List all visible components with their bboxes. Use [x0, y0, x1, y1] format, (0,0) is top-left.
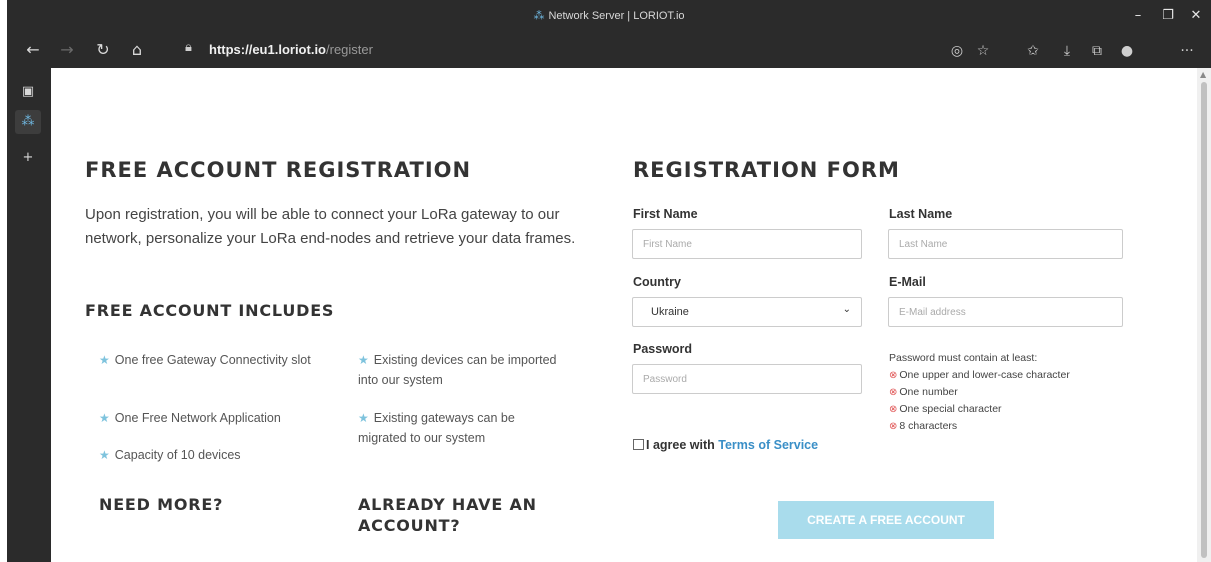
scroll-up-icon[interactable]: ▲	[1200, 70, 1206, 79]
last-name-input[interactable]	[888, 229, 1123, 259]
feature-item: ★ Capacity of 10 devices	[99, 448, 241, 462]
password-input[interactable]	[632, 364, 862, 394]
star-icon: ★	[99, 448, 110, 462]
page-content: FREE ACCOUNT REGISTRATION Upon registrat…	[51, 68, 1197, 562]
last-name-label: Last Name	[889, 207, 953, 221]
terms-agreement: I agree with Terms of Service	[633, 438, 818, 452]
home-icon[interactable]: ⌂	[125, 38, 149, 62]
window-title-text: Network Server | LORIOT.io	[548, 10, 685, 22]
star-icon: ★	[358, 411, 369, 425]
url-path: /register	[326, 42, 373, 57]
intro-text: Upon registration, you will be able to c…	[85, 206, 576, 247]
feature-item: ★ Existing devices can be imported into o…	[358, 353, 557, 387]
error-circle-icon: ⊗	[889, 404, 898, 415]
password-rule: ⊗ One number	[889, 386, 958, 398]
form-title: REGISTRATION FORM	[633, 158, 900, 182]
refresh-icon[interactable]: ↻	[91, 38, 115, 62]
first-name-input[interactable]	[632, 229, 862, 259]
vertical-tab-loriot-icon[interactable]: ⁂	[15, 110, 41, 134]
add-favorite-icon[interactable]: ☆	[973, 41, 993, 61]
includes-title: FREE ACCOUNT INCLUDES	[85, 301, 335, 320]
address-bar[interactable]: 🔒︎ https://eu1.loriot.io/register	[175, 37, 1001, 63]
country-label: Country	[633, 275, 681, 289]
terms-of-service-link[interactable]: Terms of Service	[718, 438, 818, 452]
loriot-favicon-icon: ⁂	[533, 10, 545, 22]
password-rule: ⊗ One upper and lower-case character	[889, 369, 1070, 381]
browser-toolbar: ← → ↻ ⌂ 🔒︎ https://eu1.loriot.io/registe…	[7, 32, 1211, 68]
email-label: E-Mail	[889, 275, 926, 289]
scrollbar-thumb[interactable]	[1201, 82, 1207, 558]
page-scrollbar[interactable]: ▲	[1197, 68, 1211, 562]
minimize-icon[interactable]: –	[1123, 6, 1153, 26]
need-more-title: NEED MORE?	[99, 495, 224, 514]
forward-icon[interactable]: →	[55, 38, 79, 62]
maximize-icon[interactable]: ❐	[1153, 6, 1183, 26]
location-icon[interactable]: ◎	[947, 41, 967, 61]
star-icon: ★	[99, 353, 110, 367]
password-rules-title: Password must contain at least:	[889, 352, 1038, 364]
chevron-down-icon: ⌄	[842, 304, 851, 315]
error-circle-icon: ⊗	[889, 370, 898, 381]
favorites-icon[interactable]: ✩	[1023, 41, 1043, 61]
new-tab-icon[interactable]: +	[15, 146, 41, 170]
country-select-value: Ukraine	[651, 306, 689, 318]
url-host: https://eu1.loriot.io	[209, 42, 326, 57]
password-rule: ⊗ 8 characters	[889, 420, 958, 432]
already-have-account-title: ALREADY HAVE AN ACCOUNT?	[358, 495, 537, 535]
agree-checkbox[interactable]	[633, 439, 644, 450]
feature-item: ★ One Free Network Application	[99, 411, 281, 425]
feature-item: ★ Existing gateways can be migrated to ou…	[358, 411, 515, 445]
password-label: Password	[633, 342, 693, 356]
error-circle-icon: ⊗	[889, 421, 898, 432]
downloads-icon[interactable]: ⤓	[1057, 41, 1077, 61]
window-titlebar: ⁂ Network Server | LORIOT.io – ❐ ✕	[7, 0, 1211, 32]
agree-text: I agree with	[646, 438, 715, 452]
close-icon[interactable]: ✕	[1181, 6, 1211, 26]
collections-icon[interactable]: ⧉	[1087, 41, 1107, 61]
create-account-button[interactable]: CREATE A FREE ACCOUNT	[778, 501, 994, 539]
star-icon: ★	[358, 353, 369, 367]
feature-item: ★ One free Gateway Connectivity slot	[99, 353, 311, 367]
back-icon[interactable]: ←	[21, 38, 45, 62]
password-rule: ⊗ One special character	[889, 403, 1002, 415]
lock-icon: 🔒︎	[185, 40, 192, 55]
url-text[interactable]: https://eu1.loriot.io/register	[209, 42, 373, 57]
error-circle-icon: ⊗	[889, 387, 898, 398]
window-title: ⁂ Network Server | LORIOT.io	[7, 9, 1211, 22]
first-name-label: First Name	[633, 207, 698, 221]
email-input[interactable]	[888, 297, 1123, 327]
profile-avatar-icon[interactable]: ●	[1117, 41, 1137, 61]
browser-side-rail: ▣ ⁂ +	[7, 68, 51, 562]
tab-actions-icon[interactable]: ▣	[15, 80, 41, 104]
more-menu-icon[interactable]: ···	[1177, 41, 1197, 61]
password-rules: Password must contain at least: ⊗ One upp…	[889, 350, 1070, 435]
country-select[interactable]: Ukraine ⌄	[632, 297, 862, 327]
star-icon: ★	[99, 411, 110, 425]
left-title: FREE ACCOUNT REGISTRATION	[85, 158, 472, 182]
